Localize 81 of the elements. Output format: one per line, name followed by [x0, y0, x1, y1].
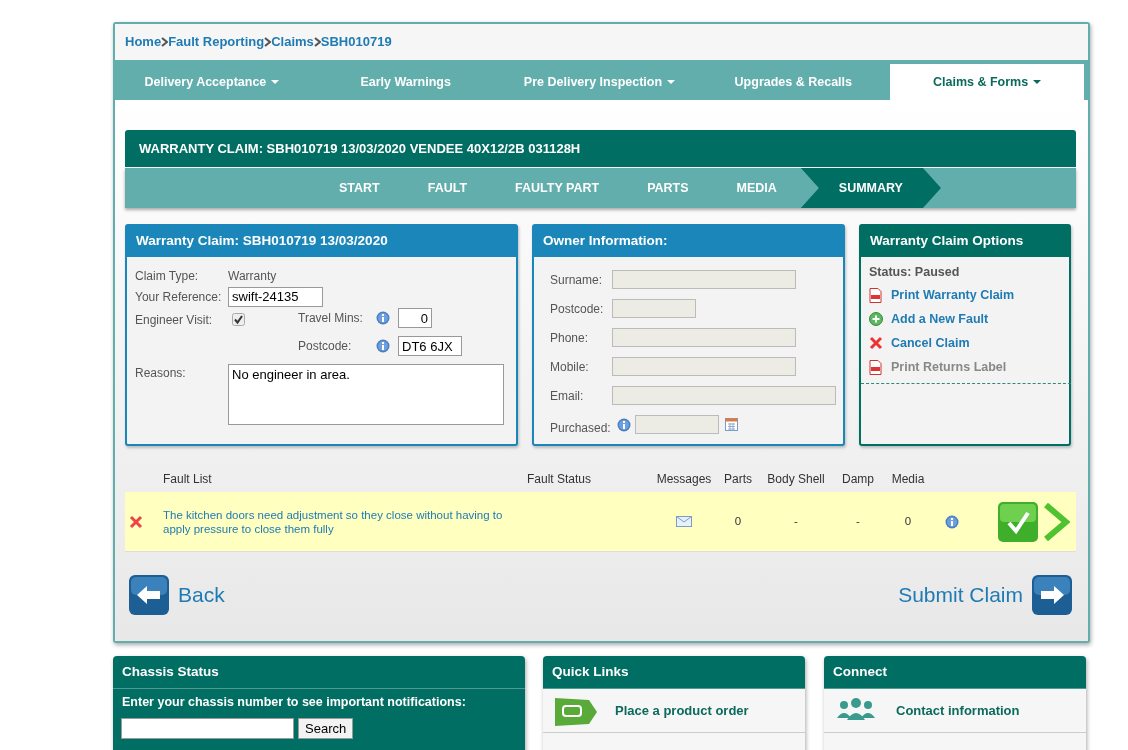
fault-link[interactable]: The kitchen doors need adjustment so they close without having to apply pressure to close them fully [163, 507, 527, 536]
back-button[interactable]: Back [129, 575, 225, 615]
panel-title: Warranty Claim: SBH010719 13/03/2020 [127, 226, 516, 257]
claim-header: WARRANTY CLAIM: SBH010719 13/03/2020 VENDEE 40X12/2B 031128H [125, 130, 1076, 167]
info-icon[interactable] [376, 339, 390, 353]
chevron-icon[interactable] [1042, 502, 1070, 541]
nav-tab[interactable]: Claims & Forms [890, 64, 1084, 100]
chevron-icon [313, 37, 321, 47]
breadcrumb-link[interactable]: Home [125, 32, 162, 52]
table-cell-text: - [793, 513, 799, 529]
document-icon [869, 359, 883, 375]
field-label: Purchased: [550, 419, 611, 437]
reasons-field[interactable]: No engineer in area. [228, 364, 504, 425]
column-header: Damp [841, 471, 875, 488]
breadcrumb-link[interactable]: Fault Reporting [168, 32, 265, 52]
field-label: Claim Type: [135, 267, 200, 285]
input-field[interactable] [612, 357, 796, 376]
envelope-icon[interactable] [676, 516, 692, 527]
step-tab[interactable]: FAULT [403, 168, 492, 208]
option-link[interactable]: Cancel Claim [891, 333, 970, 353]
chevron-icon [161, 37, 169, 47]
table-cell-text: 0 [903, 513, 913, 529]
field-label: Surname: [550, 271, 604, 289]
step-tab[interactable]: PARTS [623, 168, 713, 208]
field-value: Warranty [228, 267, 277, 285]
search-button[interactable]: Search [298, 717, 354, 739]
input-field[interactable]: 0 [398, 308, 432, 328]
input-field[interactable] [612, 299, 696, 318]
field-label: Reasons: [135, 365, 187, 382]
step-tab[interactable]: SUMMARY [800, 168, 941, 208]
document-icon [869, 287, 883, 303]
panel-title: Warranty Claim Options [861, 226, 1069, 257]
column-header: Body Shell [766, 471, 826, 488]
nav-tab[interactable]: Early Warnings [308, 64, 503, 100]
field-label: Phone: [550, 329, 590, 347]
input-field[interactable]: DT6 6JX [398, 336, 462, 356]
field-label: Travel Mins: [298, 310, 364, 327]
panel-title: Chassis Status [113, 656, 525, 689]
chassis-field[interactable] [121, 717, 294, 739]
input-field[interactable] [612, 270, 796, 289]
panel-title: Owner Information: [534, 226, 843, 257]
breadcrumb-link[interactable]: Claims [271, 32, 314, 52]
cross-icon [869, 335, 883, 351]
step-tab[interactable]: MEDIA [712, 168, 801, 208]
chevron-icon [264, 37, 272, 47]
breadcrumb-link[interactable]: SBH010719 [320, 32, 392, 52]
column-header: Fault List [163, 471, 212, 488]
nav-tab[interactable]: Upgrades & Recalls [696, 64, 891, 100]
column-header: Parts [723, 471, 753, 488]
column-header: Messages [655, 471, 713, 488]
table-cell-text: - [855, 513, 861, 529]
option-link[interactable]: Print Warranty Claim [891, 285, 1015, 305]
delete-icon[interactable] [129, 514, 143, 529]
field-label: Postcode: [298, 338, 353, 355]
column-header: Fault Status [527, 471, 592, 488]
field-label: Email: [550, 387, 585, 405]
status-text: Status: Paused [869, 264, 961, 281]
field-label: Postcode: [550, 300, 605, 318]
calendar-icon[interactable] [724, 418, 738, 431]
field-label: Your Reference: [135, 288, 223, 306]
input-field[interactable] [634, 415, 719, 434]
info-icon[interactable] [945, 514, 959, 529]
column-header: Media [890, 471, 926, 488]
info-icon[interactable] [376, 311, 390, 325]
confirm-icon[interactable] [998, 501, 1038, 542]
input-field[interactable] [612, 386, 836, 405]
table-cell-text: 0 [733, 513, 743, 529]
option-link[interactable]: Add a New Fault [891, 309, 989, 329]
step-tab[interactable]: FAULTY PART [491, 168, 624, 208]
plus-icon [869, 311, 883, 327]
prompt-text: Enter your chassis number to see important notifications: [121, 694, 467, 711]
info-icon[interactable] [616, 417, 631, 432]
nav-tab[interactable]: Delivery Acceptance [115, 64, 309, 100]
field-label: Mobile: [550, 358, 590, 376]
nav-tab[interactable]: Pre Delivery Inspection [502, 64, 697, 100]
field-label: Engineer Visit: [135, 312, 214, 329]
step-tab[interactable]: START [315, 168, 404, 208]
checkbox[interactable] [232, 313, 245, 326]
submit-button[interactable]: Submit Claim [898, 575, 1072, 615]
input-field[interactable]: swift-24135 [228, 286, 323, 307]
input-field[interactable] [612, 328, 796, 347]
